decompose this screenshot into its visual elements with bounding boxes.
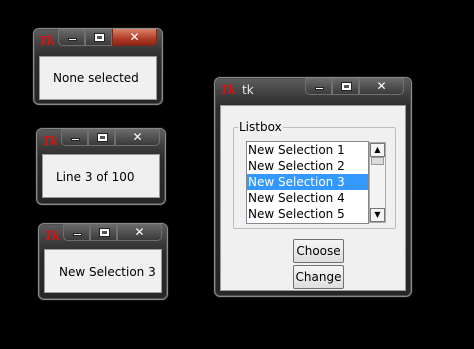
close-icon: ✕ <box>134 225 145 239</box>
maximize-button[interactable] <box>332 78 359 95</box>
window-client: None selected <box>39 56 157 100</box>
status-window-3: Tk ✕ New Selection 3 <box>38 223 168 300</box>
maximize-icon <box>99 228 110 237</box>
scroll-up-button[interactable]: ▲ <box>370 143 385 157</box>
maximize-button[interactable] <box>85 29 112 46</box>
minimize-button[interactable] <box>305 78 332 95</box>
main-window: Tk tk ✕ Listbox New Selection 1 New Sele… <box>214 77 412 297</box>
status-window-2: Tk ✕ Line 3 of 100 <box>36 128 166 205</box>
minimize-icon <box>315 87 324 90</box>
scroll-down-button[interactable]: ▼ <box>370 208 385 222</box>
window-title: tk <box>242 83 254 97</box>
selection-listbox[interactable]: New Selection 1 New Selection 2 New Sele… <box>246 141 369 224</box>
close-button[interactable]: ✕ <box>112 29 157 46</box>
status-window-1: Tk ✕ None selected <box>33 28 163 105</box>
change-button[interactable]: Change <box>293 265 344 289</box>
status-label: New Selection 3 <box>59 265 156 279</box>
listbox-groupbox: Listbox New Selection 1 New Selection 2 … <box>233 120 396 229</box>
status-label: None selected <box>53 71 139 85</box>
status-label: Line 3 of 100 <box>56 170 135 184</box>
close-button[interactable]: ✕ <box>117 224 162 241</box>
scrollbar-thumb[interactable] <box>371 157 384 165</box>
tk-logo-icon: Tk <box>42 134 58 148</box>
list-item[interactable]: New Selection 2 <box>247 158 368 174</box>
list-item[interactable]: New Selection 4 <box>247 190 368 206</box>
minimize-icon <box>73 233 82 236</box>
listbox-scrollbar[interactable]: ▲ ▼ <box>369 142 386 223</box>
tk-logo-icon: Tk <box>39 34 55 48</box>
tk-logo-icon: Tk <box>220 83 236 97</box>
maximize-icon <box>97 133 108 142</box>
close-icon: ✕ <box>132 130 143 144</box>
minimize-button[interactable] <box>61 129 88 146</box>
maximize-button[interactable] <box>90 224 117 241</box>
minimize-button[interactable] <box>63 224 90 241</box>
window-client: Listbox New Selection 1 New Selection 2 … <box>220 105 406 291</box>
close-icon: ✕ <box>376 79 387 93</box>
window-client: New Selection 3 <box>44 249 162 293</box>
maximize-icon <box>341 82 352 91</box>
minimize-icon <box>68 38 77 41</box>
list-item-selected[interactable]: New Selection 3 <box>247 174 368 190</box>
minimize-icon <box>71 138 80 141</box>
maximize-button[interactable] <box>88 129 115 146</box>
maximize-icon <box>94 33 105 42</box>
choose-button[interactable]: Choose <box>293 239 344 263</box>
window-client: Line 3 of 100 <box>42 154 160 198</box>
close-icon: ✕ <box>129 30 140 44</box>
close-button[interactable]: ✕ <box>115 129 160 146</box>
list-item[interactable]: New Selection 1 <box>247 142 368 158</box>
list-item[interactable]: New Selection 5 <box>247 206 368 222</box>
tk-logo-icon: Tk <box>44 229 60 243</box>
close-button[interactable]: ✕ <box>359 78 404 95</box>
minimize-button[interactable] <box>58 29 85 46</box>
groupbox-label: Listbox <box>238 120 283 134</box>
